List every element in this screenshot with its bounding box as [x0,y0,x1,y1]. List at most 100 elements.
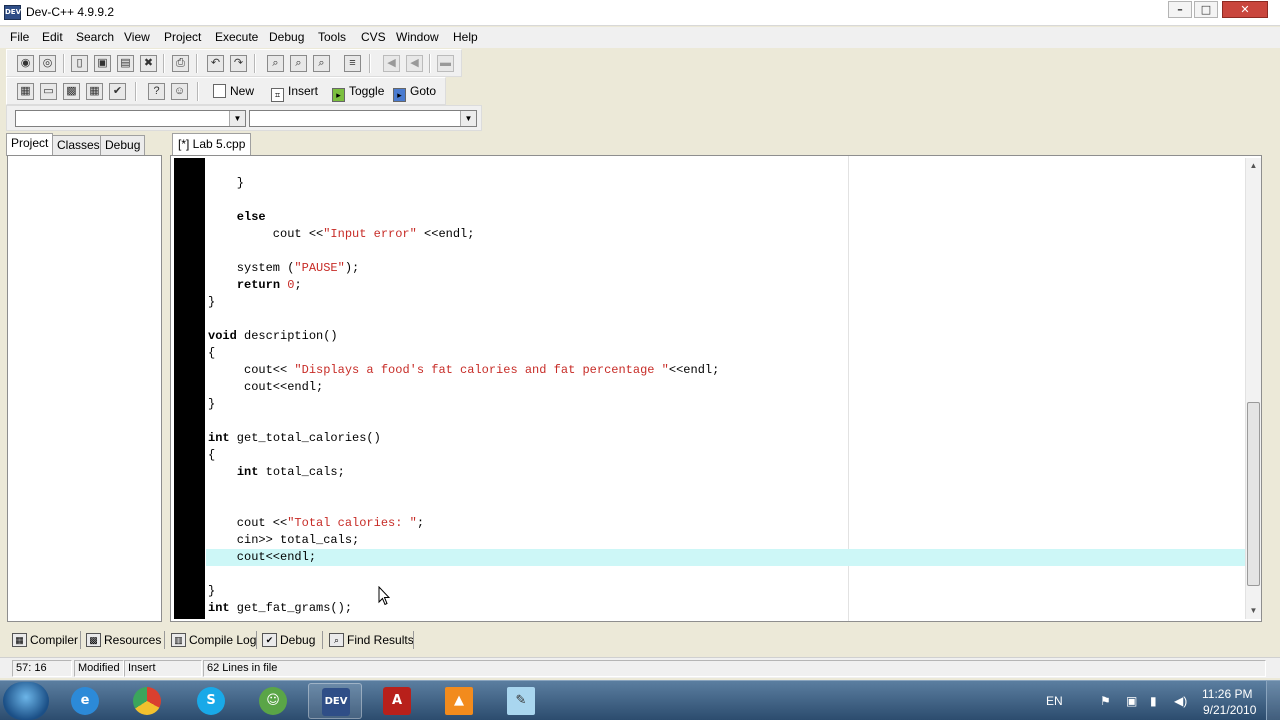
menu-file[interactable]: File [10,30,29,44]
keyword: int [208,431,230,445]
menu-debug[interactable]: Debug [269,30,304,44]
close-file-button[interactable]: ✖ [140,55,157,72]
minimize-button[interactable]: – [1168,1,1192,18]
cursor-position: 57: 16 [12,660,72,677]
replace-button[interactable]: ⌕ [290,55,307,72]
taskbar-notepad[interactable]: ✎ [494,683,548,719]
window-icon: ▭ [43,85,54,97]
maximize-button[interactable]: □ [1194,1,1218,18]
taskbar-skype[interactable]: S [184,683,238,719]
print-button[interactable]: ⎙ [172,55,189,72]
volume-icon[interactable]: ◀) [1174,694,1187,708]
menu-window[interactable]: Window [396,30,439,44]
insert-button[interactable]: ⌗ Insert [271,83,318,102]
scroll-down-icon[interactable]: ▼ [1246,603,1261,618]
help-button[interactable]: ? [148,83,165,100]
taskbar-messenger[interactable]: ☺ [246,683,300,719]
start-button[interactable] [3,682,49,720]
menu-bar: File Edit Search View Project Execute De… [0,27,1280,48]
minimize-icon: – [1177,3,1183,16]
layout-button[interactable]: ▦ [86,83,103,100]
code-tokens: return 0; [208,278,302,292]
goto-line-icon: ≡ [349,57,356,69]
bottom-panel-tabs: ▦ Compiler ▩ Resources ▥ Compile Log ✔ Debug… [6,628,1272,653]
tab-project[interactable]: Project [6,133,54,156]
clock-time[interactable]: 11:26 PM [1202,687,1252,701]
unindent-button[interactable]: ◀ [383,55,400,72]
tab-find-results[interactable]: ⌕ Find Results [327,629,414,651]
scroll-up-icon[interactable]: ▲ [1246,158,1261,173]
acrobat-icon: A [383,687,411,715]
devcpp-icon: DEV [322,688,350,716]
code-text: total_cals; [258,465,345,479]
redo-button[interactable]: ↷ [230,55,247,72]
notepad-icon: ✎ [507,687,535,715]
menu-edit[interactable]: Edit [42,30,63,44]
device-icon[interactable]: ▣ [1126,694,1137,708]
tab-separator [256,631,257,649]
show-desktop-button[interactable] [1266,681,1280,720]
editor-file-tab[interactable]: [*] Lab 5.cpp [172,133,252,155]
code-line: return 0; [208,277,302,294]
class-combo[interactable]: ▼ [15,110,246,127]
find-button[interactable]: ⌕ [267,55,284,72]
taskbar-devcpp[interactable]: DEV [308,683,362,719]
undo-button[interactable]: ↶ [207,55,224,72]
comment-button[interactable]: ▬ [437,55,454,72]
code-editor[interactable]: } else cout <<"Input error" <<endl; syst… [170,155,1262,622]
taskbar-internet-explorer[interactable]: e [58,683,112,719]
flag-icon[interactable]: ⚑ [1100,694,1111,708]
about-button[interactable]: ☺ [171,83,188,100]
scrollbar-thumb[interactable] [1247,402,1260,586]
project-view-button[interactable]: ▦ [17,83,34,100]
menu-tools[interactable]: Tools [318,30,346,44]
menu-cvs[interactable]: CVS [361,30,386,44]
open-project-button[interactable]: ◉ [17,55,34,72]
menu-help[interactable]: Help [453,30,478,44]
check-button[interactable]: ✔ [109,83,126,100]
clock-date[interactable]: 9/21/2010 [1203,703,1256,717]
goto-line-button[interactable]: ≡ [344,55,361,72]
chevron-down-icon[interactable]: ▼ [229,111,245,126]
window-view-button[interactable]: ▭ [40,83,57,100]
vertical-scrollbar[interactable]: ▲ ▼ [1245,158,1261,619]
taskbar-chrome[interactable] [120,683,174,719]
code-text: ); [344,261,360,275]
network-icon[interactable]: ▮ [1150,694,1157,708]
project-tree-panel[interactable] [7,155,162,622]
tab-debug-output[interactable]: ✔ Debug [260,629,315,651]
menu-project[interactable]: Project [164,30,201,44]
toolbar-separator [196,54,198,73]
save-icon: ▣ [97,57,108,69]
member-combo[interactable]: ▼ [249,110,477,127]
close-project-button[interactable]: ◎ [39,55,56,72]
redo-icon: ↷ [233,57,244,69]
tab-compiler[interactable]: ▦ Compiler [10,629,78,651]
close-button[interactable]: ✕ [1222,1,1268,18]
save-button[interactable]: ▣ [94,55,111,72]
save-all-button[interactable]: ▤ [117,55,134,72]
tab-classes[interactable]: Classes [52,135,105,155]
keyword: else [208,210,266,224]
toggle-bookmark-button[interactable]: ▸ Toggle [332,83,384,102]
project-icon: ◉ [20,57,31,69]
taskbar-vlc[interactable]: ▲ [432,683,486,719]
tab-compile-log[interactable]: ▥ Compile Log [169,629,256,651]
find-next-button[interactable]: ⌕ [313,55,330,72]
new-file-button[interactable]: ▯ [71,55,88,72]
help-icon: ? [153,85,160,97]
tab-resources[interactable]: ▩ Resources [84,629,161,651]
tab-debug[interactable]: Debug [100,135,146,155]
new-class-button[interactable]: New [213,83,254,101]
resources-button[interactable]: ▩ [63,83,80,100]
code-text: cout<< [208,363,295,377]
taskbar-acrobat[interactable]: A [370,683,424,719]
language-indicator[interactable]: EN [1046,694,1063,708]
chevron-down-icon[interactable]: ▼ [460,111,476,126]
indent-button[interactable]: ◀ [406,55,423,72]
menu-view[interactable]: View [124,30,150,44]
menu-search[interactable]: Search [76,30,114,44]
goto-bookmark-button[interactable]: ▸ Goto [393,83,436,102]
menu-execute[interactable]: Execute [215,30,258,44]
